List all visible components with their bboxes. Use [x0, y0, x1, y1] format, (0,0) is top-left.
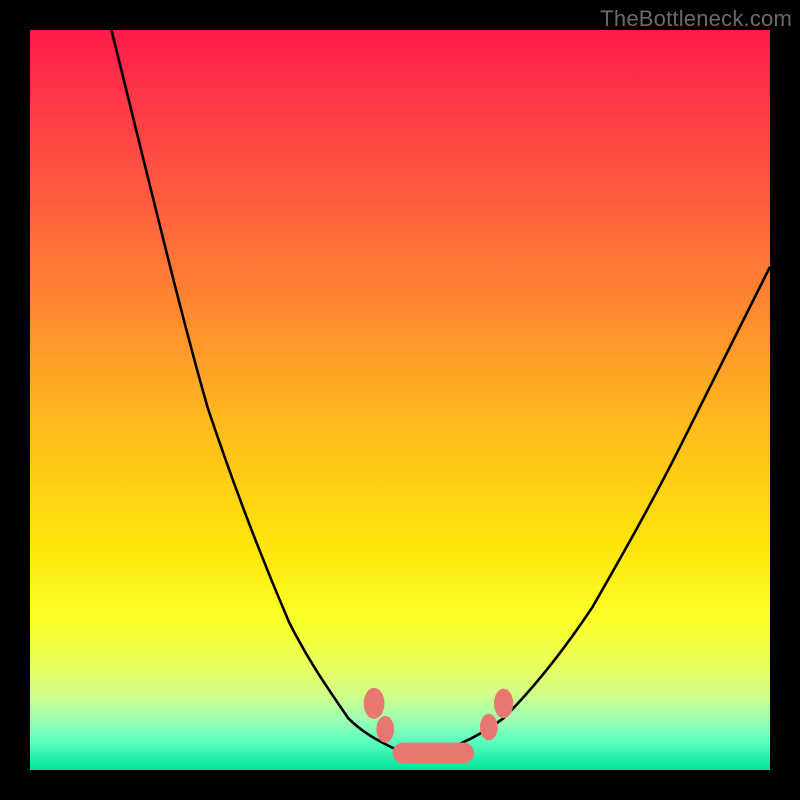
chart-frame: TheBottleneck.com [0, 0, 800, 800]
watermark-text: TheBottleneck.com [600, 6, 792, 32]
plot-area [30, 30, 770, 770]
right-curve [422, 267, 770, 755]
marker-group [364, 688, 513, 763]
left-curve [111, 30, 422, 755]
marker-dot [494, 689, 513, 719]
marker-capsule [393, 743, 474, 764]
marker-dot [364, 688, 385, 719]
marker-dot [376, 716, 394, 743]
curve-layer [30, 30, 770, 770]
marker-dot [480, 714, 498, 741]
